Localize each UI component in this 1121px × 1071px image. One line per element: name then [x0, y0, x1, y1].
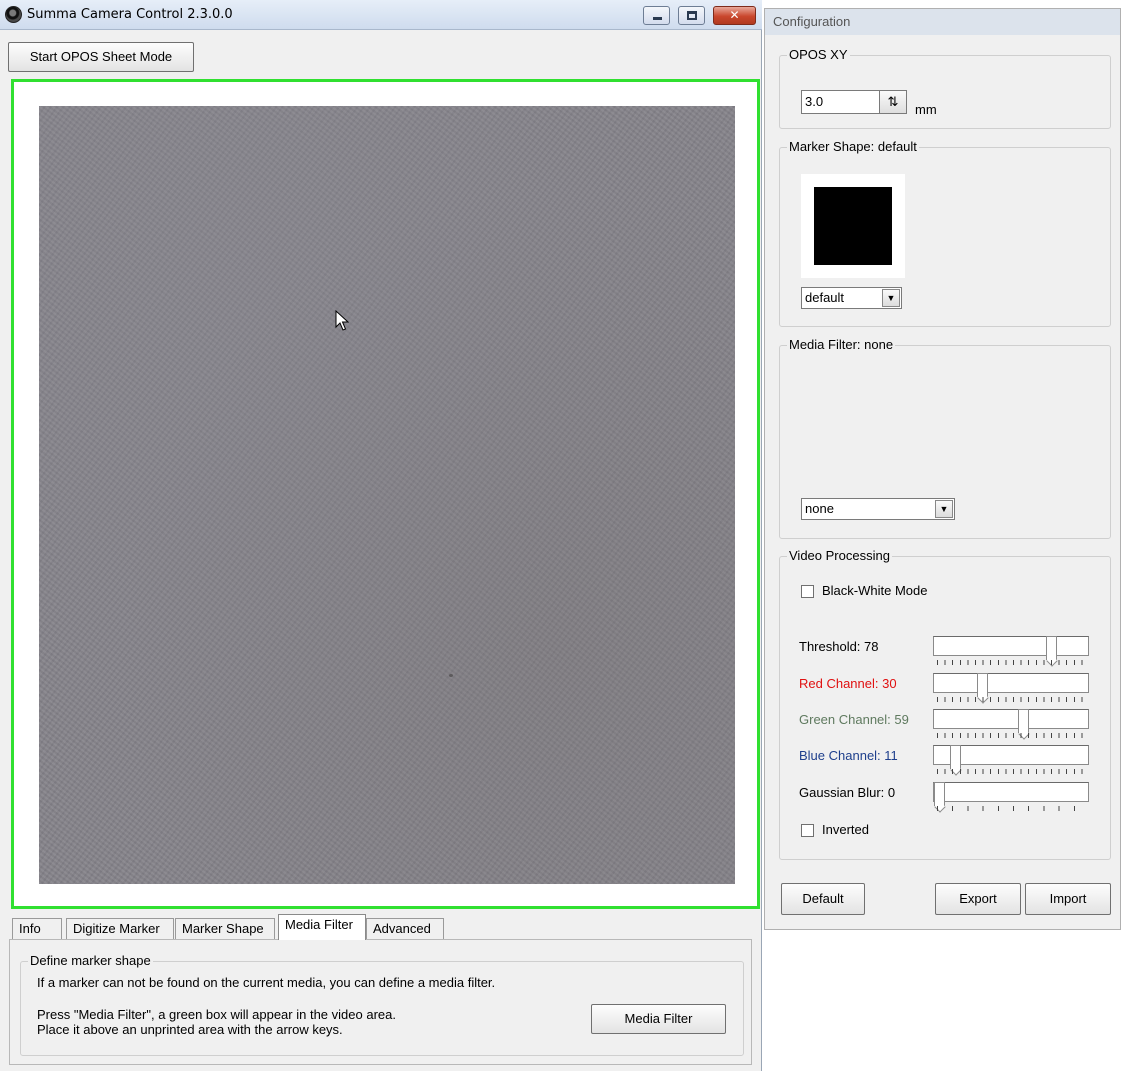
inverted-label[interactable]: Inverted [822, 822, 869, 838]
import-button[interactable]: Import [1025, 883, 1111, 915]
black-white-mode-label[interactable]: Black-White Mode [822, 583, 927, 599]
threshold-ticks [937, 660, 1089, 665]
green-channel-slider-thumb[interactable] [1018, 709, 1029, 733]
gaussian-blur-label: Gaussian Blur: 0 [799, 785, 896, 800]
marker-shape-selected: default [805, 290, 845, 305]
start-opos-sheet-mode-button[interactable]: Start OPOS Sheet Mode [8, 42, 194, 72]
marker-shape-preview [801, 174, 905, 278]
maximize-icon [687, 11, 697, 20]
spin-arrows-icon: ⇅ [887, 94, 899, 109]
media-filter-tab-panel: Define marker shape If a marker can not … [9, 939, 752, 1065]
video-speck [449, 674, 453, 677]
threshold-label: Threshold: 78 [799, 639, 879, 654]
export-button[interactable]: Export [935, 883, 1021, 915]
red-channel-ticks [937, 697, 1089, 702]
close-button[interactable]: ✕ [713, 6, 756, 25]
maximize-button[interactable] [678, 6, 705, 25]
tab-marker-shape[interactable]: Marker Shape [175, 918, 275, 940]
close-icon: ✕ [729, 8, 740, 22]
minimize-button[interactable] [643, 6, 670, 25]
threshold-slider-thumb[interactable] [1046, 636, 1057, 660]
minimize-icon [653, 17, 662, 20]
video-processing-legend: Video Processing [787, 548, 892, 564]
opos-xy-legend: OPOS XY [787, 47, 850, 63]
marker-shape-select[interactable]: default ▼ [801, 287, 902, 309]
green-channel-slider[interactable] [933, 709, 1089, 733]
video-processing-group: Video Processing [779, 548, 1111, 860]
info-line-1: If a marker can not be found on the curr… [37, 975, 496, 990]
opos-xy-spinner[interactable]: ⇅ [879, 90, 907, 114]
red-channel-slider[interactable] [933, 673, 1089, 697]
opos-unit: mm [915, 102, 937, 117]
media-filter-selected: none [805, 501, 834, 516]
media-filter-legend: Media Filter: none [787, 337, 896, 353]
marker-square [814, 187, 892, 265]
tab-digitize-marker[interactable]: Digitize Marker [66, 918, 174, 940]
black-white-mode-checkbox[interactable] [801, 585, 814, 598]
tab-media-filter[interactable]: Media Filter [278, 914, 366, 940]
threshold-slider[interactable] [933, 636, 1089, 660]
gaussian-blur-slider-thumb[interactable] [934, 782, 945, 806]
tab-info[interactable]: Info [12, 918, 62, 940]
chevron-down-icon[interactable]: ▼ [935, 500, 953, 518]
blue-channel-slider-thumb[interactable] [950, 745, 961, 769]
window-title: Summa Camera Control 2.3.0.0 [27, 7, 233, 22]
blue-channel-slider[interactable] [933, 745, 1089, 769]
video-area[interactable] [11, 79, 760, 909]
gaussian-blur-slider[interactable] [933, 782, 1089, 806]
media-filter-button[interactable]: Media Filter [591, 1004, 726, 1034]
green-channel-ticks [937, 733, 1089, 738]
title-bar[interactable]: Summa Camera Control 2.3.0.0 ✕ [0, 0, 762, 30]
main-window: Summa Camera Control 2.3.0.0 ✕ Start OPO… [0, 0, 762, 1071]
blue-channel-ticks [937, 769, 1089, 774]
define-marker-shape-group: Define marker shape If a marker can not … [20, 953, 744, 1056]
opos-xy-input[interactable]: 3.0 [801, 90, 881, 114]
gaussian-blur-ticks [937, 806, 1089, 811]
configuration-title: Configuration [765, 9, 1120, 35]
default-button[interactable]: Default [781, 883, 865, 915]
chevron-down-icon[interactable]: ▼ [882, 289, 900, 307]
blue-channel-label: Blue Channel: 11 [799, 748, 898, 763]
inverted-checkbox[interactable] [801, 824, 814, 837]
media-filter-select[interactable]: none ▼ [801, 498, 955, 520]
red-channel-label: Red Channel: 30 [799, 676, 897, 691]
summa-camera-icon [5, 6, 22, 23]
info-line-2: Press "Media Filter", a green box will a… [37, 1007, 396, 1022]
camera-video-feed[interactable] [39, 106, 735, 884]
red-channel-slider-thumb[interactable] [977, 673, 988, 697]
group-title: Define marker shape [28, 953, 153, 969]
info-line-3: Place it above an unprinted area with th… [37, 1022, 343, 1037]
configuration-panel: Configuration OPOS XY 3.0 ⇅ mm Marker Sh… [764, 8, 1121, 930]
marker-shape-legend: Marker Shape: default [787, 139, 919, 155]
green-channel-label: Green Channel: 59 [799, 712, 909, 727]
tab-advanced[interactable]: Advanced [366, 918, 444, 940]
